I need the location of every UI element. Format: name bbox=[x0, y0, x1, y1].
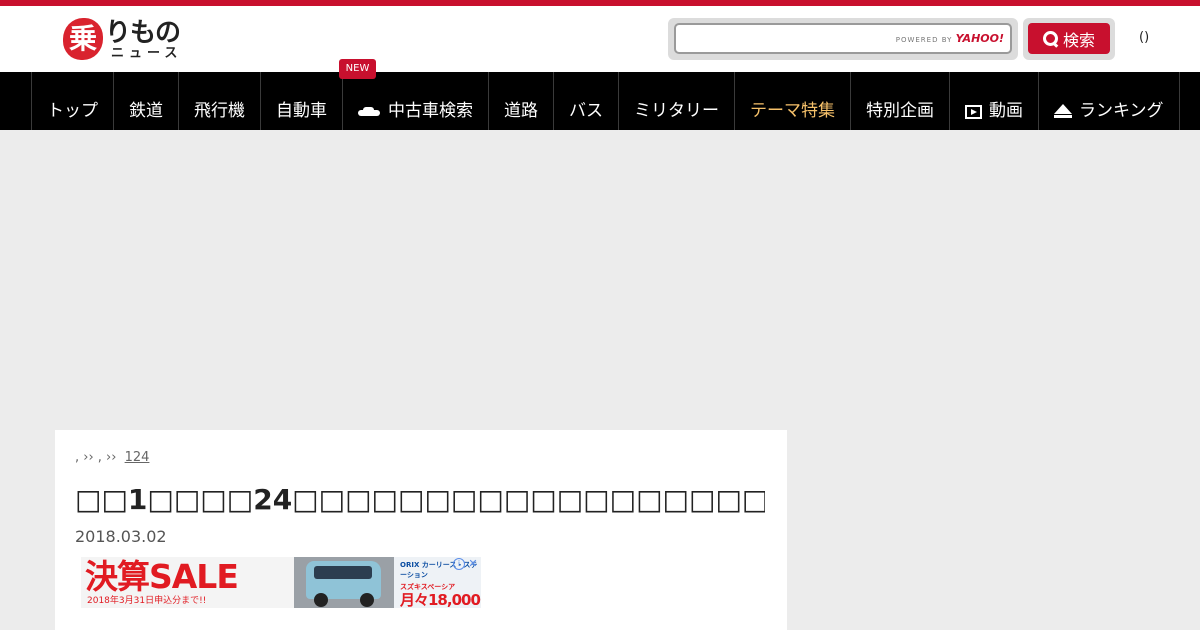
search-icon bbox=[1042, 31, 1058, 46]
main-nav: トップ 鉄道 飛行機 自動車 中古車検索 道路 バス ミリタリー テーマ特集 特… bbox=[0, 72, 1200, 130]
nav-item-theme-feature[interactable]: テーマ特集 bbox=[734, 72, 850, 130]
ad-headline: 決算SALE bbox=[85, 557, 239, 596]
search-input[interactable] bbox=[674, 23, 1012, 54]
search-box: POWERED BY YAHOO! bbox=[668, 18, 1018, 60]
site-header: 乗 りもの ニュース bbox=[0, 6, 1200, 72]
nav-item-video[interactable]: 動画 bbox=[949, 72, 1038, 130]
nav-item-bus[interactable]: バス bbox=[553, 72, 618, 130]
ad-banner[interactable]: 決算SALE 2018年3月31日申込分まで!! ORIX カーリース・ステーシ… bbox=[81, 557, 481, 608]
crown-icon bbox=[1054, 104, 1072, 118]
breadcrumb-link[interactable]: 124 bbox=[125, 450, 150, 465]
site-logo[interactable]: 乗 りもの ニュース bbox=[63, 18, 193, 64]
ad-info-icon[interactable]: i bbox=[453, 558, 465, 570]
ad-close-icon[interactable]: ✕ bbox=[467, 558, 479, 570]
breadcrumb: , ›› , ›› 124 bbox=[75, 450, 150, 465]
search-button-wrap: 検索 bbox=[1023, 18, 1115, 60]
ad-note: 2018年3月31日申込分まで!! bbox=[87, 596, 207, 606]
search-button-label: 検索 bbox=[1062, 30, 1095, 50]
nav-item-ranking[interactable]: ランキング bbox=[1038, 72, 1180, 130]
nav-item-used-car-search[interactable]: 中古車検索 bbox=[342, 72, 488, 130]
ad-price: 月々18,000円 bbox=[400, 591, 481, 608]
article-title: □□1□□□□24□□□□□□□□□□□□□□□□□□□□□□□□□□□□□□□… bbox=[75, 483, 765, 516]
nav-item-military[interactable]: ミリタリー bbox=[618, 72, 734, 130]
logo-badge: 乗 bbox=[63, 18, 103, 60]
video-icon bbox=[965, 105, 982, 119]
logo-sub-text: ニュース bbox=[111, 46, 183, 61]
car-icon bbox=[358, 107, 380, 118]
nav-item-airplane[interactable]: 飛行機 bbox=[178, 72, 260, 130]
nav-item-special-project[interactable]: 特別企画 bbox=[850, 72, 949, 130]
logo-main-text: りもの bbox=[105, 18, 181, 48]
header-extra-text: () bbox=[1139, 30, 1150, 45]
new-badge: NEW bbox=[339, 59, 376, 79]
nav-item-railway[interactable]: 鉄道 bbox=[113, 72, 178, 130]
nav-item-road[interactable]: 道路 bbox=[488, 72, 553, 130]
nav-item-car[interactable]: 自動車 bbox=[260, 72, 342, 130]
article-date: 2018.03.02 bbox=[75, 527, 167, 546]
nav-item-top[interactable]: トップ bbox=[31, 72, 113, 130]
search-button[interactable]: 検索 bbox=[1028, 23, 1110, 54]
